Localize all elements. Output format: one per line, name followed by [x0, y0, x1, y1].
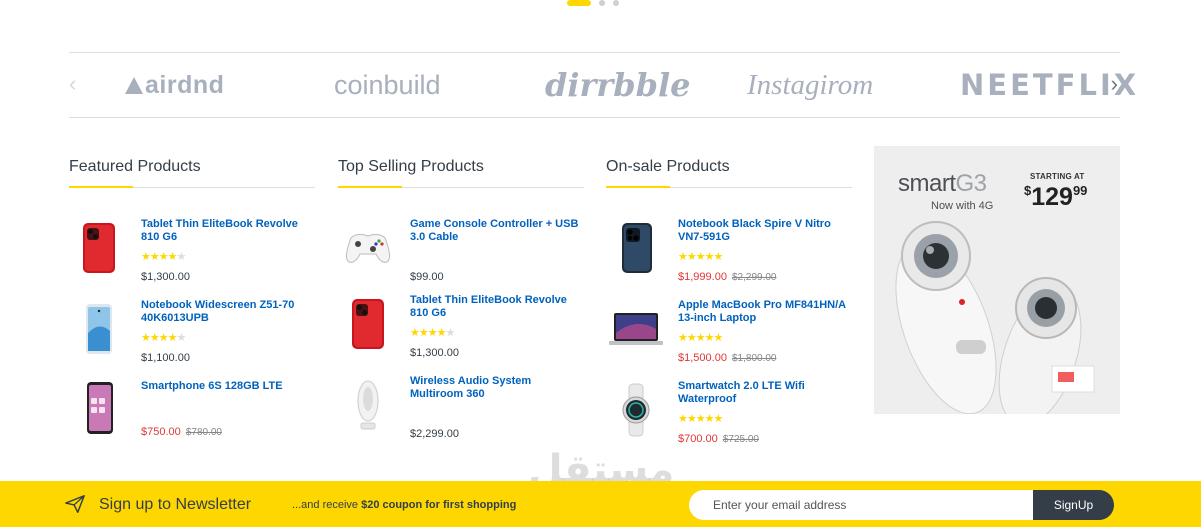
rating-stars: ★★★★★ — [410, 327, 455, 339]
banner-subtitle: Now with 4G — [931, 200, 994, 212]
email-input[interactable] — [689, 490, 1035, 520]
product-image[interactable] — [340, 377, 396, 437]
product-price: $1,500.00 $1,800.00 — [678, 352, 777, 364]
column-title: Top Selling Products — [338, 158, 484, 175]
old-price: $2,299.00 — [732, 272, 777, 283]
product-price: $1,999.00 $2,299.00 — [678, 271, 777, 283]
product-item[interactable]: Notebook Black Spire V Nitro VN7-591G ★★… — [606, 218, 852, 294]
product-image[interactable] — [71, 299, 127, 359]
rating-stars: ★★★★★ — [678, 251, 723, 263]
product-title[interactable]: Notebook Black Spire V Nitro VN7-591G — [678, 218, 854, 244]
rating-stars: ★★★★★ — [678, 332, 723, 344]
product-price: $1,300.00 — [410, 347, 459, 359]
top-selling-products-column: Top Selling Products Game Console Contro… — [338, 146, 584, 440]
carousel-dot-1[interactable] — [567, 0, 591, 6]
chevron-left-icon[interactable]: ‹ — [69, 73, 76, 95]
product-item[interactable]: Game Console Controller + USB 3.0 Cable … — [338, 218, 584, 294]
product-title[interactable]: Smartwatch 2.0 LTE Wifi Waterproof — [678, 380, 854, 406]
carousel-dot-2[interactable] — [599, 0, 605, 6]
promo-banner[interactable]: smartG3 Now with 4G STARTING AT $12999 — [874, 146, 1120, 414]
header-accent-line — [69, 186, 133, 188]
product-price: $1,300.00 — [141, 271, 190, 283]
column-title: Featured Products — [69, 158, 201, 175]
product-title[interactable]: Tablet Thin EliteBook Revolve 810 G6 — [141, 218, 317, 244]
newsletter-subtitle: ...and receive $20 coupon for first shop… — [292, 499, 517, 511]
product-item[interactable]: Smartwatch 2.0 LTE Wifi Waterproof ★★★★★… — [606, 380, 852, 456]
brand-logo-dirrbble[interactable]: dirrbble — [545, 66, 691, 104]
smartphone-icon — [87, 382, 113, 434]
product-item[interactable]: Smartphone 6S 128GB LTE $750.00 $780.00 — [69, 380, 315, 456]
product-item[interactable]: Notebook Widescreen Z51-70 40K6013UPB ★★… — [69, 299, 315, 375]
banner-price: $12999 — [1024, 183, 1088, 211]
column-header: On-sale Products — [606, 146, 852, 188]
game-controller-icon — [345, 233, 391, 263]
starting-at-label: STARTING AT — [1030, 172, 1085, 181]
product-item[interactable]: Tablet Thin EliteBook Revolve 810 G6 ★★★… — [69, 218, 315, 294]
product-title[interactable]: Tablet Thin EliteBook Revolve 810 G6 — [410, 294, 586, 320]
product-price: $750.00 $780.00 — [141, 426, 222, 438]
product-image[interactable] — [340, 218, 396, 278]
newsletter-bar: Sign up to Newsletter ...and receive $20… — [0, 481, 1201, 527]
brand-logo-instagirom[interactable]: Instagirom — [747, 67, 873, 103]
header-accent-line — [338, 186, 402, 188]
smartwatch-icon — [622, 383, 650, 437]
chevron-right-icon[interactable]: › — [1111, 73, 1118, 95]
old-price: $725.00 — [722, 434, 759, 445]
product-price: $2,299.00 — [410, 428, 459, 440]
rating-stars — [410, 250, 586, 263]
product-title[interactable]: Apple MacBook Pro MF841HN/A 13-inch Lapt… — [678, 299, 854, 325]
old-price: $780.00 — [185, 427, 222, 438]
carousel-dots — [567, 0, 619, 8]
column-title: On-sale Products — [606, 158, 730, 175]
product-price: $700.00 $725.00 — [678, 433, 759, 445]
red-phone-icon — [352, 299, 384, 349]
featured-products-column: Featured Products Tablet Thin EliteBook … — [69, 146, 315, 438]
product-image[interactable] — [608, 218, 664, 278]
product-title[interactable]: Smartphone 6S 128GB LTE — [141, 380, 317, 393]
old-price: $1,800.00 — [732, 353, 777, 364]
red-phone-icon — [83, 223, 115, 273]
product-price: $1,100.00 — [141, 352, 190, 364]
rating-stars — [410, 407, 586, 420]
column-header: Featured Products — [69, 146, 315, 188]
product-item[interactable]: Apple MacBook Pro MF841HN/A 13-inch Lapt… — [606, 299, 852, 375]
speaker-icon — [357, 380, 379, 430]
column-header: Top Selling Products — [338, 146, 584, 188]
product-image[interactable] — [71, 378, 127, 438]
airdnd-logo-icon — [125, 76, 143, 94]
header-accent-line — [606, 186, 670, 188]
newsletter-title: Sign up to Newsletter — [99, 496, 252, 513]
on-sale-products-column: On-sale Products Notebook Black Spire V … — [606, 146, 852, 445]
brand-logo-airdnd[interactable]: airdnd — [125, 67, 224, 103]
carousel-dot-3[interactable] — [613, 0, 619, 6]
camera-product-image — [895, 221, 1095, 414]
paper-plane-icon — [65, 495, 85, 513]
rating-stars: ★★★★★ — [678, 413, 723, 425]
brand-logo-coinbuild[interactable]: coinbuild — [334, 67, 441, 103]
rating-stars: ★★★★★ — [141, 251, 186, 263]
product-image[interactable] — [608, 380, 664, 440]
product-item[interactable]: Tablet Thin EliteBook Revolve 810 G6 ★★★… — [338, 294, 584, 370]
product-title[interactable]: Notebook Widescreen Z51-70 40K6013UPB — [141, 299, 317, 325]
product-image[interactable] — [71, 218, 127, 278]
signup-button[interactable]: SignUp — [1033, 490, 1114, 520]
rating-stars — [141, 399, 317, 412]
product-image[interactable] — [608, 299, 664, 359]
laptop-icon — [609, 313, 663, 345]
product-title[interactable]: Wireless Audio System Multiroom 360 — [410, 375, 586, 401]
product-title[interactable]: Game Console Controller + USB 3.0 Cable — [410, 218, 586, 244]
product-price: $99.00 — [410, 271, 444, 283]
product-image[interactable] — [340, 294, 396, 354]
blue-phone-icon — [86, 304, 112, 354]
notebook-phone-icon — [622, 223, 652, 273]
rating-stars: ★★★★★ — [141, 332, 186, 344]
banner-brand: smartG3 — [898, 170, 987, 197]
product-item[interactable]: Wireless Audio System Multiroom 360 $2,2… — [338, 375, 584, 451]
brand-carousel: ‹ airdnd coinbuild dirrbble Instagirom N… — [69, 52, 1136, 118]
